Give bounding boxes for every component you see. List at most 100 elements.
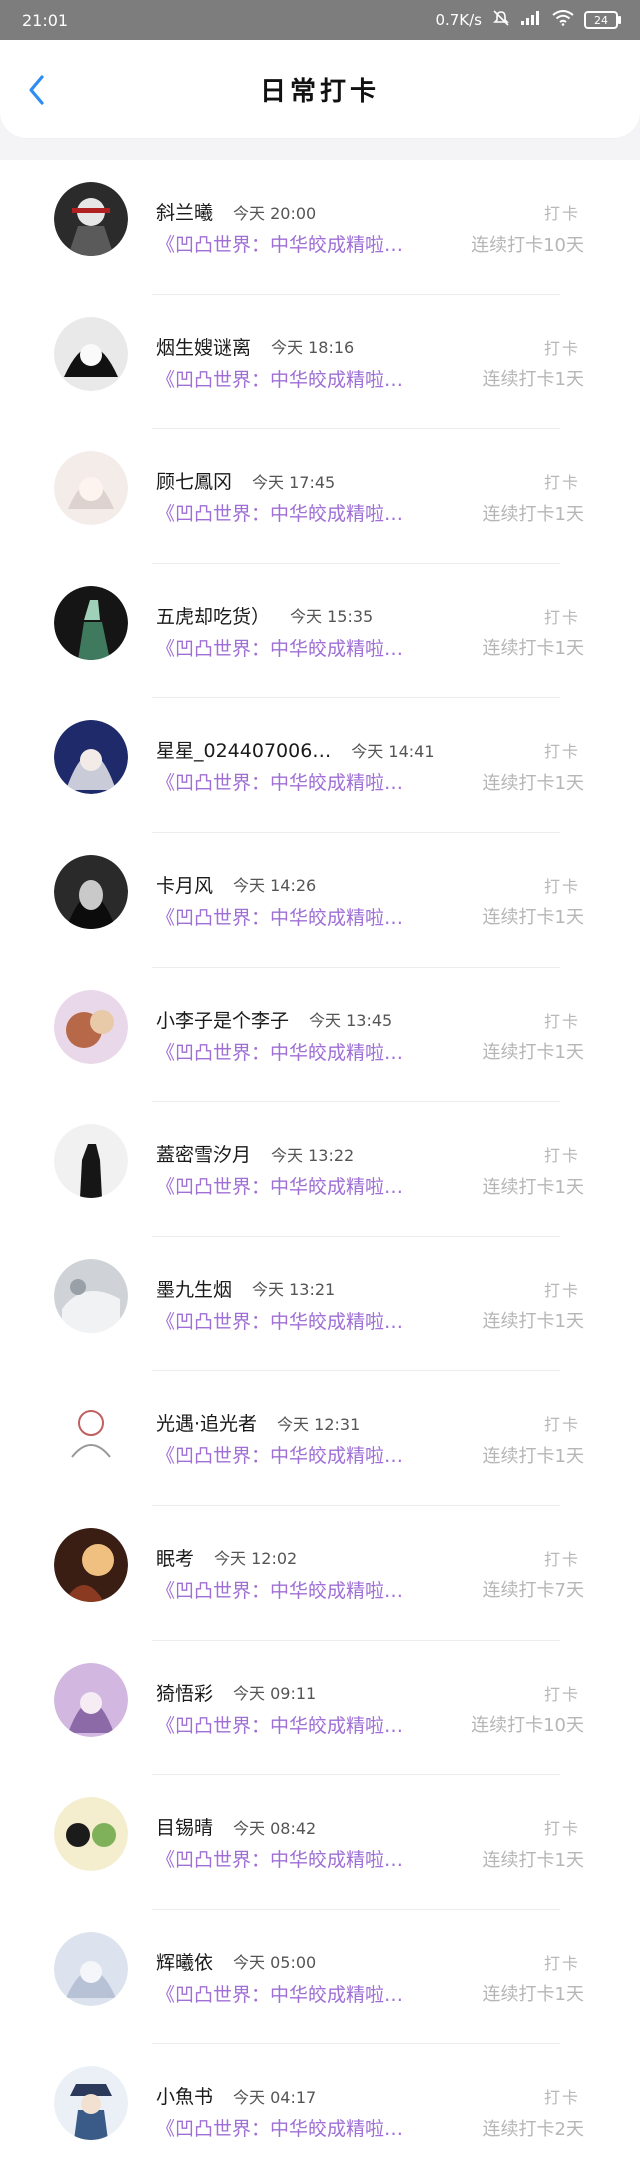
user-name[interactable]: 辉曦依 [156,1948,213,1975]
status-icons: 0.7K/s 24 [435,9,621,31]
item-header: 小李子是个李子 今天 13:45 [156,1006,392,1033]
user-name[interactable]: 五虎却吃货） [156,602,270,629]
user-name[interactable]: 小魚书 [156,2082,213,2109]
avatar[interactable] [54,182,128,256]
item-detail: 《凹凸世界：中华皎成精啦… 连续打卡1天 [156,1038,584,1065]
topic-link[interactable]: 《凹凸世界：中华皎成精啦… [156,1172,403,1199]
avatar[interactable] [54,1527,128,1602]
item-detail: 《凹凸世界：中华皎成精啦… 连续打卡1天 [156,365,584,392]
user-name[interactable]: 蓋密雪汐月 [156,1140,251,1167]
header-bar: 日常打卡 [0,40,640,138]
topic-link[interactable]: 《凹凸世界：中华皎成精啦… [156,1307,403,1334]
checkin-action-label: 打卡 [543,742,580,762]
checkin-action-label: 打卡 [543,1280,580,1300]
checkin-time: 今天 05:00 [233,1953,317,1973]
user-name[interactable]: 顾七鳳冈 [156,467,232,494]
topic-link[interactable]: 《凹凸世界：中华皎成精啦… [156,499,403,526]
user-name[interactable]: 猗悟彩 [156,1679,213,1706]
streak-text: 连续打卡1天 [482,1176,584,1198]
checkin-action-label: 打卡 [543,338,580,358]
checkin-action-label: 打卡 [543,1549,580,1569]
list-item[interactable]: 顾七鳳冈 今天 17:45 打卡 《凹凸世界：中华皎成精啦… 连续打卡1天 [0,429,640,564]
topic-link[interactable]: 《凹凸世界：中华皎成精啦… [156,903,403,930]
item-detail: 《凹凸世界：中华皎成精啦… 连续打卡1天 [156,903,584,930]
streak-text: 连续打卡7天 [482,1580,584,1602]
back-button[interactable] [22,73,50,107]
checkin-action-label: 打卡 [543,876,580,896]
topic-link[interactable]: 《凹凸世界：中华皎成精啦… [156,1441,403,1468]
item-detail: 《凹凸世界：中华皎成精啦… 连续打卡1天 [156,1845,584,1872]
checkin-action-label: 打卡 [543,204,580,223]
list-item[interactable]: 星星_024407006… 今天 14:41 打卡《凹凸世界：中华皎成精啦… 连续打卡… [0,698,640,833]
checkin-time: 今天 18:16 [271,338,355,358]
topic-link[interactable]: 《凹凸世界：中华皎成精啦… [156,1711,403,1738]
item-detail: 《凹凸世界：中华皎成精啦… 连续打卡1天 [156,1307,584,1334]
topic-link[interactable]: 《凹凸世界：中华皎成精啦… [156,634,403,661]
user-name[interactable]: 光遇·追光者 [156,1409,257,1436]
avatar[interactable] [54,1797,128,1872]
topic-link[interactable]: 《凹凸世界：中华皎成精啦… [156,768,403,795]
user-name[interactable]: 卡月风 [156,871,213,898]
streak-text: 连续打卡1天 [482,772,584,794]
item-header: 星星_024407006… 今天 14:41 [156,736,435,763]
topic-link[interactable]: 《凹凸世界：中华皎成精啦… [156,1980,403,2007]
list-item[interactable]: 目锡晴 今天 08:42 打卡 《凹凸世界：中华皎成精啦… 连续打卡1天 [0,1775,640,1910]
avatar[interactable] [54,1662,128,1737]
avatar[interactable] [54,1258,128,1333]
item-header: 辉曦依 今天 05:00 [156,1948,316,1975]
list-item[interactable]: 蓋密雪汐月 今天 13:22 打卡《凹凸世界：中华皎成精啦… 连续打卡1天 [0,1102,640,1237]
list-item[interactable]: 小魚书 今天 04:17 打卡《凹凸世界：中华皎成精啦… 连续打卡2天 [0,2044,640,2164]
list-item[interactable]: 辉曦依 今天 05:00 打卡 《凹凸世界：中华皎成精啦… 连续打卡1天 [0,1910,640,2045]
item-header: 小魚书 今天 04:17 [156,2082,316,2109]
avatar[interactable] [54,451,128,526]
topic-link[interactable]: 《凹凸世界：中华皎成精啦… [156,365,403,392]
topic-link[interactable]: 《凹凸世界：中华皎成精啦… [156,2114,403,2141]
checkin-time: 今天 04:17 [233,2087,317,2107]
avatar[interactable] [54,1393,128,1468]
user-name[interactable]: 斜兰曦 [156,198,213,225]
checkin-action-label: 打卡 [543,1146,580,1166]
avatar[interactable] [54,720,128,795]
list-item[interactable]: 五虎却吃货） 今天 15:35 打卡 《凹凸世界：中华皎成精啦… 连续打卡1天 [0,564,640,699]
user-name[interactable]: 眠考 [156,1544,194,1571]
list-item[interactable]: 卡月风 今天 14:26 打卡 《凹凸世界：中华皎成精啦… 连续打卡1天 [0,833,640,968]
avatar[interactable] [54,585,128,660]
user-name[interactable]: 烟生嫂谜离 [156,333,251,360]
user-name[interactable]: 星星_024407006… [156,736,331,763]
topic-link[interactable]: 《凹凸世界：中华皎成精啦… [156,1576,403,1603]
user-name[interactable]: 墨九生烟 [156,1275,232,1302]
avatar[interactable] [54,316,128,391]
list-item[interactable]: 烟生嫂谜离 今天 18:16 打卡《凹凸世界：中华皎成精啦… 连续打卡1天 [0,295,640,430]
topic-link[interactable]: 《凹凸世界：中华皎成精啦… [156,230,403,257]
list-item[interactable]: 猗悟彩 今天 09:11 打卡 《凹凸世界：中华皎成精啦… 连续打卡10天 [0,1641,640,1776]
item-header: 目锡晴 今天 08:42 [156,1813,316,1840]
streak-text: 连续打卡1天 [482,1042,584,1064]
topic-link[interactable]: 《凹凸世界：中华皎成精啦… [156,1038,403,1065]
item-header: 眠考 今天 12:02 [156,1544,297,1571]
avatar[interactable] [54,1931,128,2006]
checkin-action-label: 打卡 [543,607,580,627]
list-item[interactable]: 小李子是个李子 今天 13:45 打卡 《凹凸世界：中华皎成精啦… 连续打卡1天 [0,968,640,1103]
list-item[interactable]: 眠考 今天 12:02 打卡《凹凸世界：中华皎成精啦… 连续打卡7天 [0,1506,640,1641]
list-item[interactable]: 墨九生烟 今天 13:21 打卡《凹凸世界：中华皎成精啦… 连续打卡1天 [0,1237,640,1372]
item-detail: 《凹凸世界：中华皎成精啦… 连续打卡1天 [156,499,584,526]
item-header: 墨九生烟 今天 13:21 [156,1275,335,1302]
list-item[interactable]: 斜兰曦 今天 20:00 打卡 《凹凸世界：中华皎成精啦… 连续打卡10天 [0,160,640,295]
avatar[interactable] [54,989,128,1064]
avatar[interactable] [54,2066,128,2141]
mute-icon [492,9,510,31]
streak-text: 连续打卡1天 [482,907,584,929]
user-name[interactable]: 小李子是个李子 [156,1006,289,1033]
checkin-action-label: 打卡 [543,2088,580,2108]
avatar[interactable] [54,1124,128,1199]
topic-link[interactable]: 《凹凸世界：中华皎成精啦… [156,1845,403,1872]
item-header: 蓋密雪汐月 今天 13:22 [156,1140,354,1167]
item-header: 烟生嫂谜离 今天 18:16 [156,333,354,360]
streak-text: 连续打卡1天 [482,1849,584,1871]
user-name[interactable]: 目锡晴 [156,1813,213,1840]
checkin-time: 今天 13:22 [271,1145,355,1165]
item-header: 猗悟彩 今天 09:11 [156,1679,316,1706]
streak-text: 连续打卡2天 [482,2118,584,2140]
list-item[interactable]: 光遇·追光者 今天 12:31 打卡 《凹凸世界：中华皎成精啦… 连续打卡1天 [0,1371,640,1506]
avatar[interactable] [54,854,128,929]
